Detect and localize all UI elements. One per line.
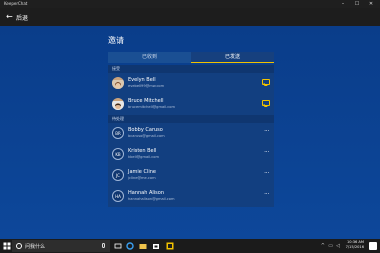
keeperchat-app-icon[interactable] [166, 242, 174, 250]
contact-email: jcline@me.com [128, 176, 156, 180]
list-item[interactable]: HA Hannah Alison hannahalison@gmail.com … [108, 186, 274, 207]
more-icon[interactable]: ··· [264, 191, 269, 198]
microphone-icon[interactable] [102, 243, 105, 248]
main-content: 邀请 已收到 已发送 接受 Evelyn Bell evebell99@mw.c… [0, 26, 380, 239]
list-item[interactable]: BR Bobby Caruso bcaruso@gmail.com ··· [108, 123, 274, 144]
maximize-button[interactable]: ☐ [350, 0, 364, 8]
contact-name: Evelyn Bell [128, 77, 156, 83]
list-item[interactable]: Evelyn Bell evebell99@mw.com [108, 73, 274, 94]
close-button[interactable]: ✕ [364, 0, 378, 8]
contact-name: Bruce Mitchell [128, 98, 164, 104]
window-controls: – ☐ ✕ [336, 0, 378, 8]
contact-email: bcaruso@gmail.com [128, 134, 165, 138]
back-arrow-icon[interactable]: ← [6, 12, 13, 21]
minimize-button[interactable]: – [336, 0, 350, 8]
edge-icon[interactable] [126, 242, 134, 250]
list-item[interactable]: JC Jamie Cline jcline@me.com ··· [108, 165, 274, 186]
page-title: 邀请 [108, 36, 124, 45]
accepted-section: 接受 Evelyn Bell evebell99@mw.com Bruce Mi… [108, 65, 274, 115]
accepted-header: 接受 [108, 65, 274, 73]
avatar: KB [112, 148, 124, 160]
network-icon[interactable]: ▭ [328, 243, 333, 249]
task-view-icon[interactable] [114, 242, 122, 250]
window-titlebar: KeeperChat – ☐ ✕ [0, 0, 380, 8]
contact-email: brucemitchell@gmail.com [128, 105, 175, 109]
clock-date: 7/15/2016 [345, 245, 364, 249]
list-item[interactable]: KB Kristen Bell kbell@gmail.com ··· [108, 144, 274, 165]
contact-name: Kristen Bell [128, 148, 157, 154]
avatar [112, 98, 124, 110]
more-icon[interactable]: ··· [264, 128, 269, 135]
app-header: ← 后退 [0, 8, 380, 26]
contact-email: evebell99@mw.com [128, 84, 165, 88]
action-center-icon[interactable] [369, 242, 377, 250]
invite-tabs: 已收到 已发送 [108, 52, 274, 63]
cortana-icon [16, 243, 22, 249]
chat-icon[interactable] [262, 100, 270, 106]
contact-email: hannahalison@gmail.com [128, 197, 175, 201]
windows-start-icon[interactable] [2, 241, 12, 251]
pending-section: 待处理 BR Bobby Caruso bcaruso@gmail.com ··… [108, 115, 274, 207]
avatar [112, 77, 124, 89]
more-icon[interactable]: ··· [264, 170, 269, 177]
back-button[interactable]: 后退 [16, 13, 28, 22]
tab-sent[interactable]: 已发送 [191, 52, 274, 63]
store-icon[interactable] [152, 242, 160, 250]
contact-email: kbell@gmail.com [128, 155, 159, 159]
taskbar: 问我什么 ^ ▭ ◁ 10:36 AM 7/15/2016 [0, 239, 380, 253]
chevron-up-icon[interactable]: ^ [321, 243, 325, 249]
search-placeholder: 问我什么 [25, 244, 46, 250]
clock[interactable]: 10:36 AM 7/15/2016 [346, 240, 364, 250]
more-icon[interactable]: ··· [264, 149, 269, 156]
contact-name: Hannah Alison [128, 190, 165, 196]
list-item[interactable]: Bruce Mitchell brucemitchell@gmail.com [108, 94, 274, 115]
search-box[interactable]: 问我什么 [12, 240, 110, 252]
window-title: KeeperChat [4, 1, 28, 6]
file-explorer-icon[interactable] [139, 242, 147, 250]
avatar: HA [112, 190, 124, 202]
avatar: BR [112, 127, 124, 139]
avatar: JC [112, 169, 124, 181]
tab-received[interactable]: 已收到 [108, 52, 191, 63]
volume-icon[interactable]: ◁ [336, 243, 340, 249]
pending-header: 待处理 [108, 115, 274, 123]
contact-name: Bobby Caruso [128, 127, 163, 133]
chat-icon[interactable] [262, 79, 270, 85]
contact-name: Jamie Cline [128, 169, 156, 175]
